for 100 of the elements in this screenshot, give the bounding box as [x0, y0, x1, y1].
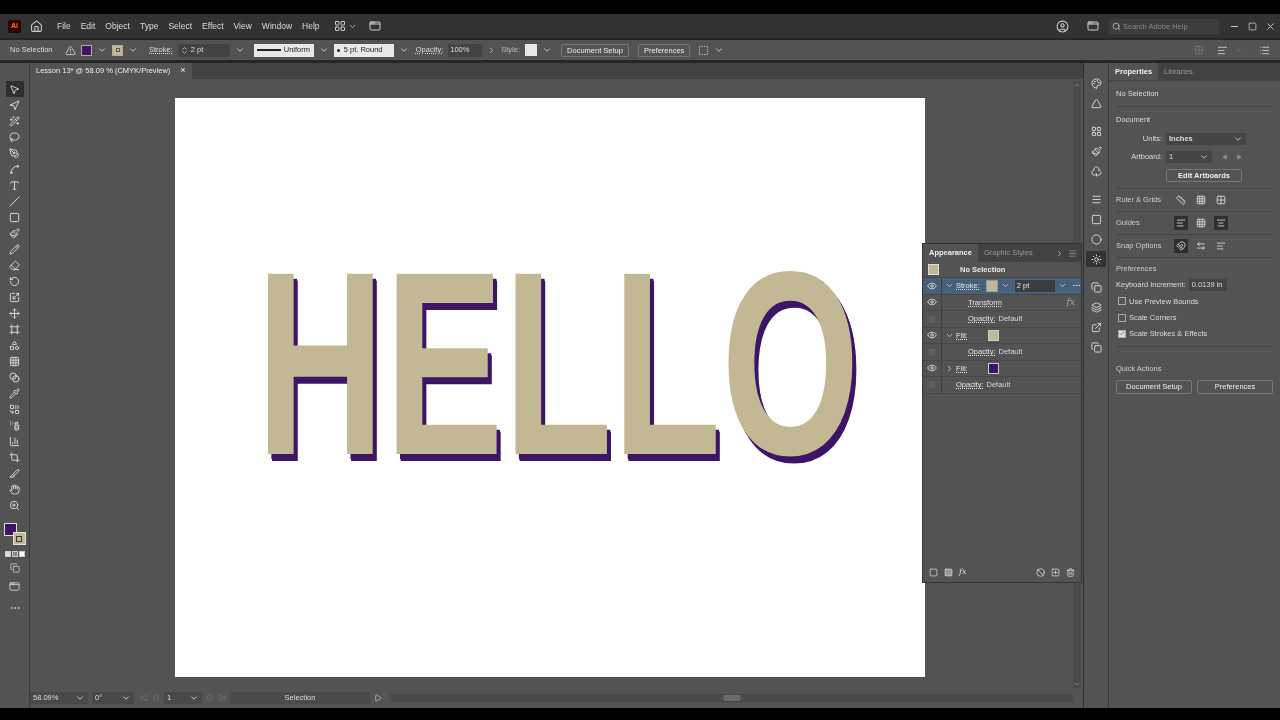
move-icon: [9, 307, 20, 319]
scale-icon: [9, 291, 20, 303]
clear-appearance-icon[interactable]: [1036, 567, 1045, 577]
tab-close-button[interactable]: ×: [180, 64, 186, 78]
export-icon: [1090, 321, 1102, 333]
toggle-button[interactable]: [1174, 192, 1188, 207]
spray-can-icon: [9, 419, 20, 431]
pencil-icon: [9, 243, 20, 255]
fill-stroke-widget[interactable]: [3, 523, 26, 545]
scroll-up-icon[interactable]: [1073, 81, 1081, 89]
menu-item[interactable]: Effect: [202, 19, 224, 33]
transparency-grid-icon: [1216, 194, 1226, 205]
rotate-icon: [9, 275, 20, 287]
add-stroke-icon[interactable]: [929, 567, 938, 577]
menu-item[interactable]: Select: [168, 19, 192, 33]
grid-icon: [1196, 194, 1206, 205]
color-swatch[interactable]: [987, 329, 999, 341]
column-chart-icon: [9, 435, 20, 447]
draw-mode-icon[interactable]: [9, 563, 20, 573]
next-artboard-icon[interactable]: [1236, 153, 1242, 160]
panel-toggle-icon[interactable]: [1087, 20, 1099, 32]
fill-swatch[interactable]: [81, 44, 92, 56]
dropdown-chevron-icon[interactable]: [398, 45, 409, 55]
checkbox[interactable]: [1118, 329, 1126, 338]
object-thumbnail: [928, 264, 939, 275]
search-icon: [1112, 21, 1121, 31]
screen-mode-icon[interactable]: [9, 581, 20, 592]
eyedropper-icon: [9, 387, 20, 399]
knife-icon: [9, 467, 20, 479]
collapse-chevron-icon[interactable]: [1055, 248, 1064, 258]
panel-menu-icon[interactable]: [1068, 248, 1077, 258]
add-fill-icon[interactable]: [944, 567, 953, 577]
pen-icon: [9, 147, 20, 159]
frame-icon: [9, 323, 20, 335]
combine-icon: [9, 403, 20, 415]
hello-artwork-text: HELLO: [256, 232, 860, 495]
menu-item[interactable]: File: [57, 19, 71, 33]
align-icon[interactable]: [1217, 44, 1228, 56]
overlap-squares-icon: [1090, 281, 1102, 293]
dropdown-chevron-icon[interactable]: [714, 45, 725, 55]
previous-artboard-icon[interactable]: [1222, 153, 1228, 160]
eraser-icon: [9, 259, 20, 271]
menu-item[interactable]: View: [233, 19, 252, 33]
dropdown-chevron-icon[interactable]: [128, 45, 138, 55]
dropdown-chevron-icon[interactable]: [234, 45, 245, 55]
home-icon[interactable]: [30, 19, 43, 33]
graphic-style-swatch[interactable]: [525, 44, 538, 56]
hand-icon: [9, 483, 20, 495]
menu-item[interactable]: Type: [139, 19, 159, 33]
menu-item[interactable]: Help: [302, 19, 320, 33]
dropdown-chevron-icon[interactable]: [318, 45, 329, 55]
checkbox[interactable]: [1118, 313, 1126, 322]
user-icon[interactable]: [1056, 19, 1069, 33]
dropdown-chevron-icon[interactable]: [189, 693, 199, 703]
scroll-down-icon[interactable]: [1073, 680, 1081, 688]
color-mode-icon[interactable]: [4, 551, 25, 557]
menu-item[interactable]: Edit: [80, 19, 96, 33]
menu-item[interactable]: Window: [261, 19, 293, 33]
circle-icon: [1090, 233, 1102, 245]
close-icon[interactable]: [1265, 20, 1276, 32]
transform-options-icon[interactable]: [698, 44, 710, 56]
menu-item[interactable]: Object: [105, 19, 130, 33]
grid-icon: [9, 355, 20, 367]
stepper-icon[interactable]: [179, 45, 189, 55]
delete-icon[interactable]: [1066, 567, 1075, 577]
stroke-swatch[interactable]: [112, 44, 123, 56]
navigation-arrow-icon: [9, 99, 20, 111]
dropdown-chevron-icon[interactable]: [121, 693, 131, 703]
status-menu-icon[interactable]: [374, 694, 382, 702]
color-swatch[interactable]: [985, 279, 998, 292]
visibility-eye-icon[interactable]: [927, 363, 937, 374]
warning-icon[interactable]: [65, 44, 76, 56]
brush-icon: [1090, 145, 1102, 157]
magic-wand-icon: [9, 115, 20, 127]
rectangle-icon: [9, 211, 20, 223]
panel-menu-icon[interactable]: [1259, 44, 1270, 56]
zoom-icon: [9, 499, 20, 511]
maximize-icon[interactable]: [1248, 21, 1257, 31]
type-icon: [9, 179, 20, 191]
crop-icon: [9, 451, 20, 463]
triangle-icon: [1090, 97, 1102, 109]
add-effect-button[interactable]: fx: [959, 566, 967, 578]
club-icon: [1090, 165, 1102, 177]
panel-icon-button[interactable]: [1086, 251, 1106, 267]
visibility-eye-icon[interactable]: [927, 330, 937, 341]
curve-icon: [9, 163, 20, 175]
palette-icon: [1090, 77, 1102, 89]
horizontal-scrollbar[interactable]: [390, 694, 1073, 702]
layers-icon: [1090, 301, 1102, 313]
duplicate-item-icon[interactable]: [1051, 567, 1060, 577]
visibility-eye-icon[interactable]: [927, 297, 937, 308]
workspace-layout-icon[interactable]: [333, 20, 346, 32]
dropdown-chevron-icon[interactable]: [75, 693, 85, 703]
color-swatch[interactable]: [987, 362, 999, 374]
tool-button[interactable]: [5, 81, 24, 97]
checkbox[interactable]: [1118, 297, 1126, 306]
visibility-eye-icon[interactable]: [927, 280, 937, 291]
dropdown-chevron-icon[interactable]: [97, 45, 107, 55]
dropdown-chevron-icon[interactable]: [542, 45, 553, 55]
blend-circles-icon: [9, 371, 20, 383]
